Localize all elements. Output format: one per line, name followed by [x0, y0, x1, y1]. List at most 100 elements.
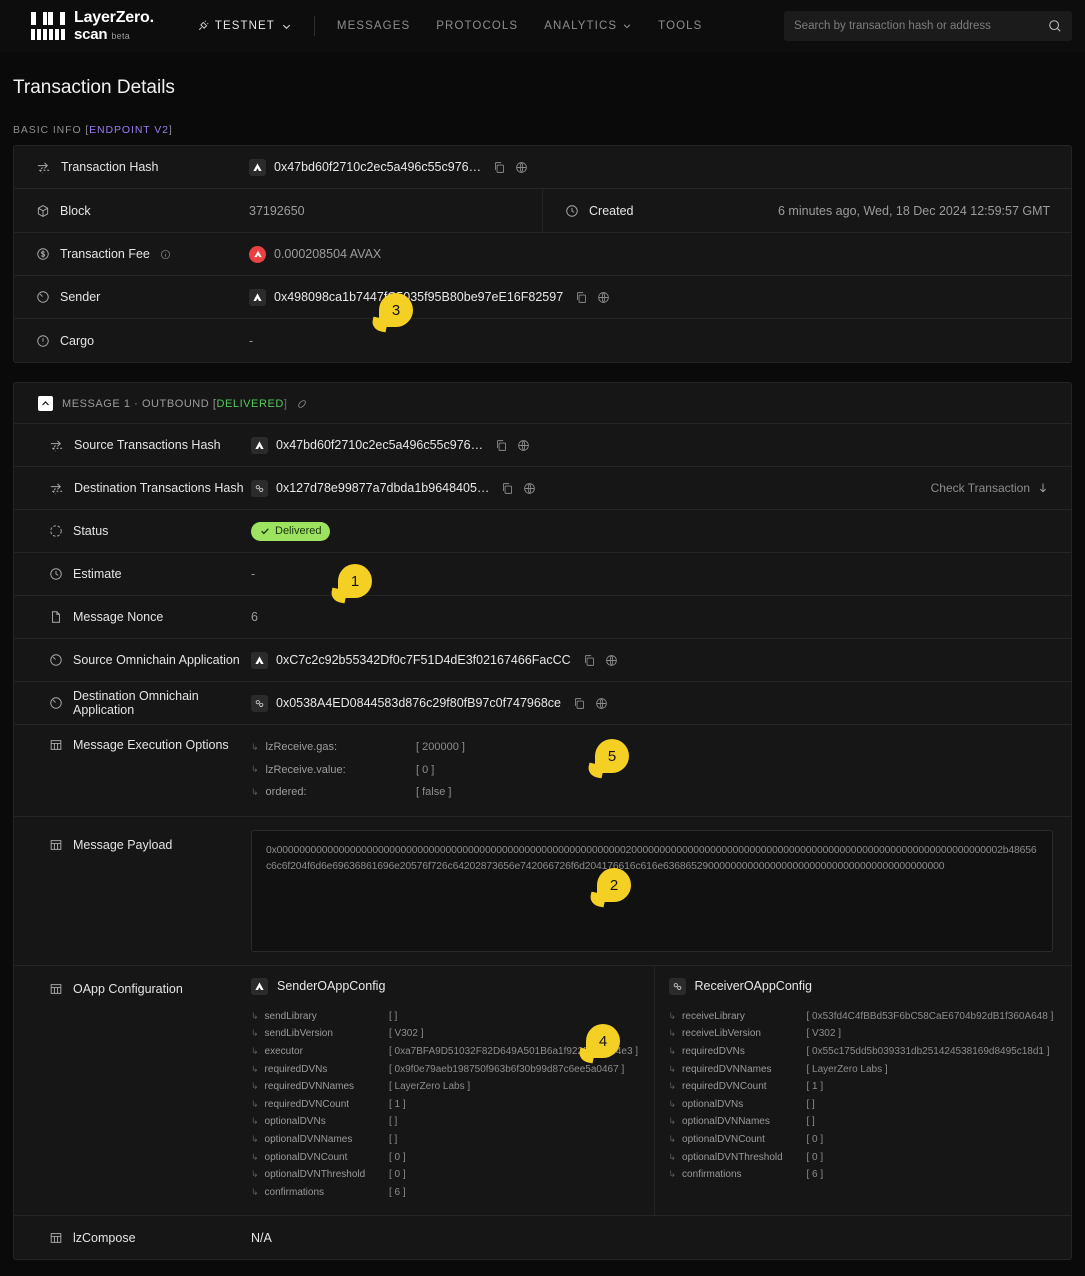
avalanche-chain-icon: [251, 436, 268, 454]
destination-oapp-value[interactable]: 0x0538A4ED0844583d876c29f80fB97c0f747968…: [276, 696, 561, 710]
oapp-config-columns: SenderOAppConfig ↳ sendLibrary [ ] ↳ sendLi…: [251, 965, 1071, 1216]
sub-arrow-icon: ↳: [251, 1098, 259, 1109]
callout-number: 3: [391, 301, 401, 319]
sub-arrow-icon: ↳: [251, 1028, 259, 1039]
oapp-config-key: optionalDVNCount: [682, 1133, 765, 1145]
row-cargo: Cargo -: [14, 319, 1071, 362]
avalanche-chain-icon: [251, 651, 268, 669]
execution-option-value: [ 200000 ]: [416, 741, 465, 754]
message-nonce-value-cell: 6: [251, 596, 1071, 638]
oapp-config-item: ↳ optionalDVNThreshold [ 0 ]: [251, 1166, 654, 1184]
callout-badge-1: 1: [338, 564, 372, 598]
lzcompose-label: lzCompose: [73, 1230, 136, 1245]
external-link-icon[interactable]: [515, 161, 528, 174]
check-transaction-button[interactable]: Check Transaction: [931, 481, 1053, 495]
callout-badge-5: 5: [595, 739, 629, 773]
avalanche-chain-icon: [251, 977, 268, 995]
row-lzcompose: lzCompose N/A: [14, 1216, 1071, 1259]
copy-icon[interactable]: [493, 161, 506, 174]
plug-icon: [196, 19, 209, 33]
oapp-config-key: optionalDVNNames: [264, 1133, 353, 1145]
endpoint-version-link[interactable]: ENDPOINT V2: [89, 124, 169, 136]
collapse-toggle-icon[interactable]: [38, 396, 53, 411]
execution-option-key: lzReceive.value:: [265, 763, 346, 776]
callout-number: 1: [350, 572, 360, 590]
copy-icon[interactable]: [575, 291, 588, 304]
sub-arrow-icon: ↳: [668, 1151, 677, 1162]
copy-icon[interactable]: [501, 482, 514, 495]
sub-arrow-icon: ↳: [668, 1063, 677, 1074]
sub-arrow-icon: ↳: [251, 1063, 259, 1074]
oapp-config-key: executor: [264, 1045, 303, 1057]
source-tx-hash-value[interactable]: 0x47bd60f2710c2ec5a496c55c976…: [276, 438, 483, 452]
block-label: Block: [60, 203, 91, 218]
execution-option-item: ↳ lzReceive.value: [ 0 ]: [251, 759, 1071, 782]
nav-item-analytics[interactable]: ANALYTICS: [544, 20, 632, 32]
layerzero-logo-icon: [31, 11, 65, 40]
block-value[interactable]: 37192650: [249, 204, 305, 218]
oapp-config-key: requiredDVNs: [264, 1063, 328, 1075]
sub-arrow-icon: ↳: [668, 1116, 677, 1127]
sub-arrow-icon: ↳: [668, 1045, 677, 1056]
sub-arrow-icon: ↳: [668, 1098, 677, 1109]
sub-arrow-icon: ↳: [668, 1081, 677, 1092]
search-input[interactable]: [794, 20, 1048, 32]
nav-item-messages[interactable]: MESSAGES: [337, 20, 410, 32]
external-link-icon[interactable]: [517, 439, 530, 452]
row-source-tx-hash: Source Transactions Hash 0x47bd60f2710c2…: [14, 424, 1071, 467]
transaction-fee-value: 0.000208504 AVAX: [274, 247, 382, 261]
row-message-nonce: Message Nonce 6: [14, 596, 1071, 639]
row-message-payload: Message Payload 0x0000000000000000000000…: [14, 817, 1071, 966]
nav-item-protocols[interactable]: PROTOCOLS: [436, 20, 518, 32]
alert-circle-icon: [36, 334, 50, 348]
copy-icon[interactable]: [573, 697, 586, 710]
sender-oapp-config-header: SenderOAppConfig: [251, 977, 654, 995]
sub-arrow-icon: ↳: [251, 1186, 259, 1197]
oapp-config-value: [ LayerZero Labs ]: [806, 1063, 888, 1075]
receiver-oapp-config-title: ReceiverOAppConfig: [694, 979, 812, 993]
info-icon[interactable]: [160, 249, 171, 260]
page-title: Transaction Details: [13, 77, 175, 98]
source-tx-hash-value-cell: 0x47bd60f2710c2ec5a496c55c976…: [251, 424, 1071, 466]
sub-arrow-icon: ↳: [668, 1028, 677, 1039]
external-link-icon[interactable]: [523, 482, 536, 495]
external-link-icon[interactable]: [597, 291, 610, 304]
callout-badge-4: 4: [586, 1024, 620, 1058]
search-bar[interactable]: [784, 11, 1072, 41]
chain-generic-icon: [251, 694, 268, 712]
external-link-icon[interactable]: [605, 654, 618, 667]
brand-logo[interactable]: LayerZero. scan beta: [31, 9, 154, 43]
block-value-cell: 37192650: [249, 204, 542, 218]
transaction-fee-value-cell: 0.000208504 AVAX: [249, 233, 1071, 275]
sub-arrow-icon: ↳: [668, 1133, 677, 1144]
row-sender: Sender 0x498098ca1b7447fC5035f95B80be97e…: [14, 276, 1071, 319]
oapp-config-key: optionalDVNs: [682, 1098, 744, 1110]
copy-icon[interactable]: [495, 439, 508, 452]
sender-value[interactable]: 0x498098ca1b7447fC5035f95B80be97eE16F825…: [274, 290, 563, 304]
oapp-config-key: sendLibrary: [264, 1010, 317, 1022]
destination-tx-hash-value[interactable]: 0x127d78e99877a7dbda1b9648405…: [276, 481, 489, 495]
oapp-config-item: ↳ optionalDVNs [ ]: [251, 1113, 654, 1131]
search-icon[interactable]: [1048, 19, 1062, 33]
nav-item-tools[interactable]: TOOLS: [658, 20, 702, 32]
callout-number: 4: [598, 1032, 608, 1050]
sub-arrow-icon: ↳: [251, 1169, 259, 1180]
copy-icon[interactable]: [583, 654, 596, 667]
link-icon[interactable]: [296, 398, 308, 410]
external-link-icon[interactable]: [595, 697, 608, 710]
created-value: 6 minutes ago, Wed, 18 Dec 2024 12:59:57…: [778, 203, 1051, 218]
source-oapp-value[interactable]: 0xC7c2c92b55342Df0c7F51D4dE3f02167466Fac…: [276, 653, 571, 667]
execution-option-value: [ false ]: [416, 786, 452, 799]
transaction-hash-value[interactable]: 0x47bd60f2710c2ec5a496c55c976…: [274, 160, 481, 174]
destination-oapp-value-cell: 0x0538A4ED0844583d876c29f80fB97c0f747968…: [251, 682, 1071, 724]
sub-arrow-icon: ↳: [251, 786, 259, 797]
network-selector[interactable]: TESTNET: [196, 19, 292, 33]
message-payload-value[interactable]: 0x00000000000000000000000000000000000000…: [251, 829, 1053, 952]
table-icon: [49, 982, 63, 996]
page-container: Transaction Details BASIC INFO [ENDPOINT…: [0, 77, 1085, 1261]
network-label: TESTNET: [214, 20, 275, 32]
table-icon: [49, 1231, 63, 1245]
header-divider: [313, 16, 315, 36]
arrow-down-icon: [1037, 482, 1049, 494]
execution-options-label-cell: Message Execution Options: [14, 725, 251, 752]
